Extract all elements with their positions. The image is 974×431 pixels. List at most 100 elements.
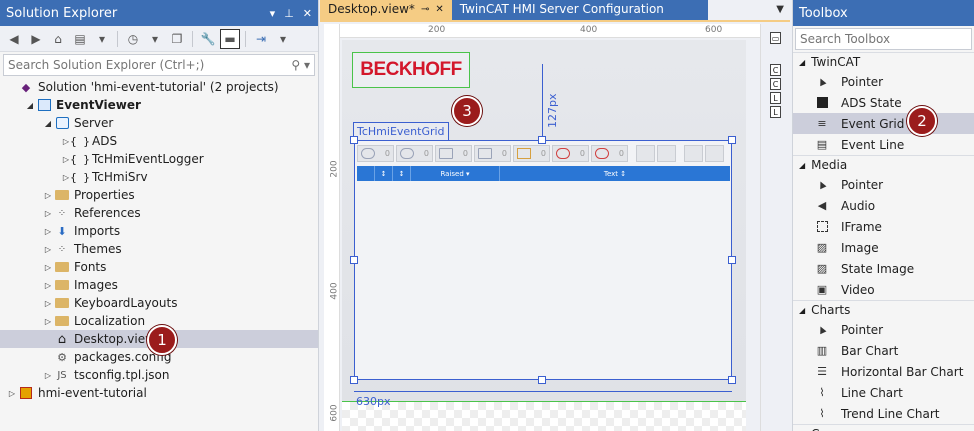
- expand-arrow-icon[interactable]: ▷: [6, 389, 18, 398]
- resize-handle[interactable]: [350, 376, 358, 384]
- switch-views-icon[interactable]: ▤: [70, 29, 90, 49]
- tree-item[interactable]: ◢ EventViewer: [0, 96, 318, 114]
- expand-arrow-icon[interactable]: ◢: [24, 101, 36, 110]
- toolbox-category[interactable]: ◢ TwinCAT: [793, 52, 974, 71]
- close-icon[interactable]: ✕: [303, 7, 312, 20]
- filter-error-button[interactable]: 0: [552, 145, 589, 162]
- tab-dropdown-icon[interactable]: ▼: [776, 4, 784, 15]
- collapse-arrow-icon[interactable]: ◢: [799, 58, 805, 67]
- search-input[interactable]: [8, 58, 268, 72]
- toolbox-category[interactable]: ◢Common: [793, 424, 974, 431]
- toolbox-search-input[interactable]: [800, 32, 967, 46]
- dropdown-icon[interactable]: ▾: [270, 7, 276, 20]
- toolbox-item[interactable]: ▣ Video: [793, 279, 974, 300]
- resize-handle[interactable]: [728, 136, 736, 144]
- side-strip-button[interactable]: L: [770, 92, 781, 104]
- toolbox-category[interactable]: ◢ Charts: [793, 300, 974, 319]
- search-icon[interactable]: ⚲ ▾: [291, 58, 310, 72]
- expand-arrow-icon[interactable]: ▷: [42, 245, 54, 254]
- pending-changes-icon[interactable]: ◷: [123, 29, 143, 49]
- resize-handle[interactable]: [728, 376, 736, 384]
- resize-handle[interactable]: [538, 376, 546, 384]
- toolbox-search[interactable]: [795, 28, 972, 50]
- tree-item[interactable]: ◆ Solution 'hmi-event-tutorial' (2 projec…: [0, 78, 318, 96]
- tree-item[interactable]: ◢ Server: [0, 114, 318, 132]
- beckhoff-logo[interactable]: BECKHOFF: [352, 52, 470, 88]
- close-icon[interactable]: ✕: [435, 4, 443, 15]
- tree-item[interactable]: ▷ KeyboardLayouts: [0, 294, 318, 312]
- filter-verbose-button[interactable]: 0: [435, 145, 472, 162]
- expand-arrow-icon[interactable]: ◢: [42, 119, 54, 128]
- event-grid-control[interactable]: 0 0 0 0 0 0 0 ↕ ↕ Raised ▾ Text ↕: [354, 140, 732, 380]
- toolbox-item[interactable]: ☰ Horizontal Bar Chart: [793, 361, 974, 382]
- filter-warning-button[interactable]: 0: [513, 145, 550, 162]
- tree-item[interactable]: ▷{ } ADS: [0, 132, 318, 150]
- columns-icon[interactable]: [657, 145, 676, 162]
- pin-icon[interactable]: ⊸: [421, 4, 429, 15]
- resize-handle[interactable]: [728, 256, 736, 264]
- side-strip-button[interactable]: L: [770, 106, 781, 118]
- grid-col-expand[interactable]: [357, 166, 375, 181]
- filter-funnel-icon[interactable]: [636, 145, 655, 162]
- tab-desktop-view[interactable]: Desktop.view* ⊸ ✕: [320, 0, 452, 20]
- chevron-down-icon[interactable]: ▾: [273, 29, 293, 49]
- toolbox-item[interactable]: ≡ Event Grid: [793, 113, 974, 134]
- grid-col-type[interactable]: ↕: [393, 166, 411, 181]
- collapse-arrow-icon[interactable]: ◢: [799, 161, 805, 170]
- tab-server-configuration[interactable]: TwinCAT HMI Server Configuration: [451, 0, 708, 20]
- tree-item[interactable]: ▷ Properties: [0, 186, 318, 204]
- toolbox-item[interactable]: ▲ Pointer: [793, 174, 974, 195]
- back-icon[interactable]: ◀: [4, 29, 24, 49]
- tree-item[interactable]: ▷{ } TcHmiEventLogger: [0, 150, 318, 168]
- resize-handle[interactable]: [350, 136, 358, 144]
- tree-item[interactable]: ▷ JS tsconfig.tpl.json: [0, 366, 318, 384]
- grid-col-raised[interactable]: Raised ▾: [411, 166, 500, 181]
- toolbox-item[interactable]: ▨ State Image: [793, 258, 974, 279]
- home-icon[interactable]: ⌂: [48, 29, 68, 49]
- toolbox-item[interactable]: ▥ Bar Chart: [793, 340, 974, 361]
- tree-item[interactable]: ▷ ⬇ Imports: [0, 222, 318, 240]
- chevron-down-icon[interactable]: ▾: [145, 29, 165, 49]
- filter-communication-button[interactable]: 0: [357, 145, 394, 162]
- collapse-all-icon[interactable]: ❐: [167, 29, 187, 49]
- toolbox-item[interactable]: ◀ Audio: [793, 195, 974, 216]
- tree-item[interactable]: ▷ hmi-event-tutorial: [0, 384, 318, 402]
- preview-selected-icon[interactable]: ▬: [220, 28, 240, 49]
- toolbox-item[interactable]: ADS State: [793, 92, 974, 113]
- expand-arrow-icon[interactable]: ▷: [42, 317, 54, 326]
- side-strip-button[interactable]: ▭: [770, 32, 781, 44]
- expand-arrow-icon[interactable]: ▷: [42, 191, 54, 200]
- chevron-down-icon[interactable]: ▾: [92, 29, 112, 49]
- toolbox-category[interactable]: ◢ Media: [793, 155, 974, 174]
- side-strip-button[interactable]: C: [770, 64, 781, 76]
- toolbox-item[interactable]: ⌇ Trend Line Chart: [793, 403, 974, 424]
- pin-icon[interactable]: ⊥: [284, 7, 294, 20]
- expand-arrow-icon[interactable]: ▷: [42, 299, 54, 308]
- toolbox-item[interactable]: ⌇ Line Chart: [793, 382, 974, 403]
- filter-critical-button[interactable]: 0: [591, 145, 628, 162]
- toolbox-item[interactable]: ▨ Image: [793, 237, 974, 258]
- toolbox-item[interactable]: IFrame: [793, 216, 974, 237]
- sync-icon[interactable]: ⇥: [251, 29, 271, 49]
- solution-explorer-search[interactable]: ⚲ ▾: [3, 54, 315, 76]
- tree-item[interactable]: ▷{ } TcHmiSrv: [0, 168, 318, 186]
- expand-arrow-icon[interactable]: ▷: [42, 209, 54, 218]
- tree-item[interactable]: ▷ Images: [0, 276, 318, 294]
- toolbox-item[interactable]: ▲ Pointer: [793, 71, 974, 92]
- expand-arrow-icon[interactable]: ▷: [42, 371, 54, 380]
- filter-info-button[interactable]: 0: [474, 145, 511, 162]
- tree-item[interactable]: ▷ Fonts: [0, 258, 318, 276]
- confirm-all-icon[interactable]: [705, 145, 724, 162]
- tree-item[interactable]: ▷ ⁘ References: [0, 204, 318, 222]
- expand-arrow-icon[interactable]: ▷: [42, 281, 54, 290]
- resize-handle[interactable]: [538, 136, 546, 144]
- side-strip-button[interactable]: C: [770, 78, 781, 90]
- properties-wrench-icon[interactable]: 🔧: [198, 29, 218, 49]
- grid-col-text[interactable]: Text ↕: [500, 166, 730, 181]
- grid-col-severity[interactable]: ↕: [375, 166, 393, 181]
- collapse-arrow-icon[interactable]: ◢: [799, 306, 805, 315]
- expand-arrow-icon[interactable]: ▷: [42, 263, 54, 272]
- toolbox-item[interactable]: ▤ Event Line: [793, 134, 974, 155]
- tree-item[interactable]: ▷ ⁘ Themes: [0, 240, 318, 258]
- toolbox-item[interactable]: ▲ Pointer: [793, 319, 974, 340]
